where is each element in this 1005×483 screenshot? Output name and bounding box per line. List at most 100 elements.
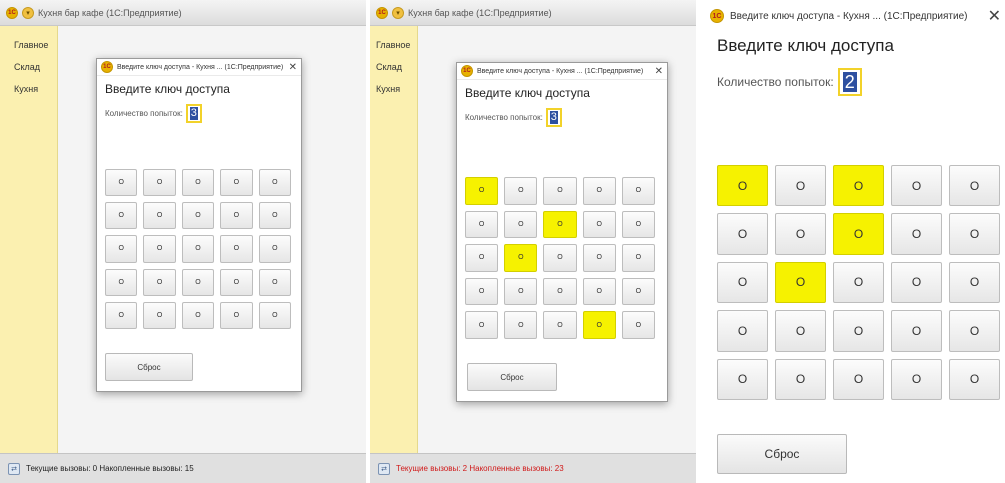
key-cell-button[interactable]: О (582, 177, 616, 205)
key-cell-button[interactable]: О (543, 311, 577, 339)
dialog-title-bar: 1С Введите ключ доступа - Кухня ... (1С:… (702, 0, 1005, 32)
key-cell-button[interactable]: О (582, 311, 616, 339)
status-bar: ⇄ Текущие вызовы: 2 Накопленные вызовы: … (370, 453, 696, 483)
key-cell-button[interactable]: О (891, 358, 942, 400)
key-cell-button[interactable]: О (143, 169, 176, 197)
attempts-field: 2 (837, 68, 862, 96)
key-cell-button[interactable]: О (949, 358, 1000, 400)
key-cell-button[interactable]: О (465, 244, 499, 272)
key-cell-button[interactable]: О (181, 268, 215, 296)
key-cell-button[interactable]: О (717, 213, 768, 255)
key-cell-button[interactable]: О (143, 202, 176, 230)
key-cell-button[interactable]: О (582, 244, 616, 272)
key-cell-button[interactable]: О (717, 310, 768, 352)
key-cell-button[interactable]: О (220, 169, 253, 197)
key-cell-button[interactable]: О (220, 202, 253, 230)
attempts-row: Количество попыток: 3 (457, 100, 667, 127)
attempts-label: Количество попыток: (717, 75, 834, 89)
key-cell-button[interactable]: О (891, 213, 942, 255)
key-cell-button[interactable]: О (717, 261, 768, 304)
main-menu-button[interactable]: ▾ (22, 6, 34, 19)
key-cell-button[interactable]: О (465, 311, 499, 339)
close-icon[interactable]: ✕ (289, 62, 297, 73)
key-cell-button[interactable]: О (181, 235, 215, 263)
key-cell-button[interactable]: О (105, 268, 138, 296)
key-cell-button[interactable]: О (181, 202, 215, 230)
key-cell-button[interactable]: О (775, 261, 826, 304)
key-cell-button[interactable]: О (949, 310, 1000, 352)
key-cell-button[interactable]: О (258, 268, 291, 296)
reset-button[interactable]: Сброс (717, 434, 847, 474)
key-cell-button[interactable]: О (543, 277, 577, 306)
sidebar-item-kitchen[interactable]: Кухня (370, 78, 417, 100)
close-icon[interactable]: ✕ (988, 6, 1001, 26)
key-cell-button[interactable]: О (621, 177, 655, 205)
key-cell-button[interactable]: О (833, 213, 884, 255)
key-cell-button[interactable]: О (621, 277, 655, 306)
key-cell-button[interactable]: О (891, 261, 942, 304)
key-cell-button[interactable]: О (621, 311, 655, 339)
key-cell-button[interactable]: О (775, 310, 826, 352)
key-cell-button[interactable]: О (949, 213, 1000, 255)
app-title: Кухня бар кафе (1С:Предприятие) (38, 7, 182, 18)
close-icon[interactable]: ✕ (655, 66, 663, 77)
key-cell-button[interactable]: О (143, 268, 176, 296)
key-cell-button[interactable]: О (891, 165, 942, 207)
sidebar-item-kitchen[interactable]: Кухня (0, 78, 57, 100)
key-cell-button[interactable]: О (504, 177, 538, 205)
key-cell-button[interactable]: О (105, 301, 138, 329)
key-cell-button[interactable]: О (582, 277, 616, 306)
key-cell-button[interactable]: О (220, 268, 253, 296)
sidebar-item-main[interactable]: Главное (0, 34, 57, 56)
key-cell-button[interactable]: О (181, 301, 215, 329)
key-cell-button[interactable]: О (258, 169, 291, 197)
key-cell-button[interactable]: О (891, 310, 942, 352)
key-cell-button[interactable]: О (717, 358, 768, 400)
reset-button[interactable]: Сброс (105, 353, 193, 381)
key-cell-button[interactable]: О (582, 210, 616, 239)
key-cell-button[interactable]: О (504, 277, 538, 306)
reset-button[interactable]: Сброс (467, 363, 557, 391)
key-cell-button[interactable]: О (258, 202, 291, 230)
sidebar-item-warehouse[interactable]: Склад (0, 56, 57, 78)
key-cell-button[interactable]: О (833, 358, 884, 400)
key-cell-button[interactable]: О (775, 358, 826, 400)
key-cell-button[interactable]: О (833, 310, 884, 352)
calls-icon[interactable]: ⇄ (8, 462, 20, 475)
status-bar: ⇄ Текущие вызовы: 0 Накопленные вызовы: … (0, 453, 366, 483)
main-menu-button[interactable]: ▾ (392, 6, 404, 19)
key-cell-button[interactable]: О (775, 165, 826, 207)
key-cell-button[interactable]: О (775, 213, 826, 255)
key-cell-button[interactable]: О (258, 301, 291, 329)
key-cell-button[interactable]: О (258, 235, 291, 263)
key-cell-button[interactable]: О (465, 210, 499, 239)
key-cell-button[interactable]: О (220, 301, 253, 329)
key-cell-button[interactable]: О (833, 165, 884, 207)
key-cell-button[interactable]: О (465, 177, 499, 205)
key-cell-button[interactable]: О (465, 277, 499, 306)
key-cell-button[interactable]: О (143, 235, 176, 263)
key-cell-button[interactable]: О (105, 235, 138, 263)
key-cell-button[interactable]: О (543, 210, 577, 239)
status-text: Текущие вызовы: 2 Накопленные вызовы: 23 (396, 464, 564, 473)
sidebar-item-main[interactable]: Главное (370, 34, 417, 56)
sidebar-item-warehouse[interactable]: Склад (370, 56, 417, 78)
key-cell-button[interactable]: О (105, 202, 138, 230)
key-cell-button[interactable]: О (949, 165, 1000, 207)
key-cell-button[interactable]: О (504, 311, 538, 339)
attempts-label: Количество попыток: (465, 113, 543, 122)
key-cell-button[interactable]: О (833, 261, 884, 304)
key-cell-button[interactable]: О (621, 244, 655, 272)
calls-icon[interactable]: ⇄ (378, 462, 390, 475)
key-cell-button[interactable]: О (543, 177, 577, 205)
key-cell-button[interactable]: О (621, 210, 655, 239)
key-cell-button[interactable]: О (220, 235, 253, 263)
key-cell-button[interactable]: О (717, 165, 768, 207)
key-cell-button[interactable]: О (181, 169, 215, 197)
key-cell-button[interactable]: О (143, 301, 176, 329)
key-cell-button[interactable]: О (949, 261, 1000, 304)
key-cell-button[interactable]: О (105, 169, 138, 197)
key-cell-button[interactable]: О (504, 210, 538, 239)
key-cell-button[interactable]: О (504, 244, 538, 272)
key-cell-button[interactable]: О (543, 244, 577, 272)
